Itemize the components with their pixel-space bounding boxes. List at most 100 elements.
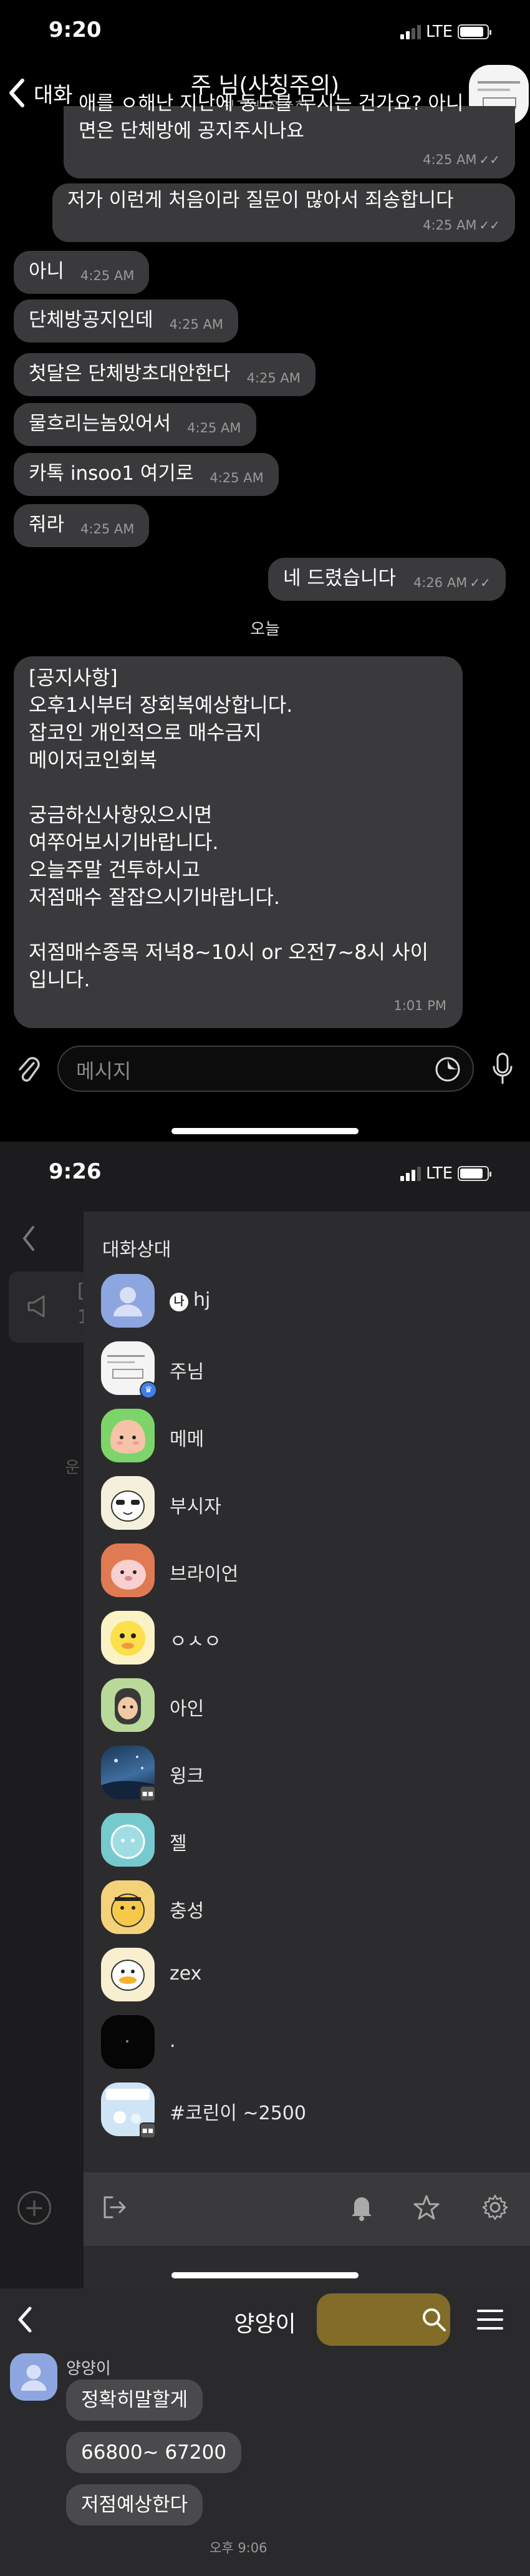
member-name: 부시자 [170, 1496, 221, 1518]
back-button[interactable] [16, 1223, 41, 1254]
yellow-duck-icon [110, 1621, 145, 1656]
message-time: 4:26 AM ✓✓ [413, 575, 491, 590]
sender-avatar[interactable] [10, 2353, 57, 2401]
plus-icon: + [24, 2194, 45, 2222]
member-avatar [101, 1409, 155, 1462]
drawer-toolbar [84, 2172, 530, 2246]
incoming-message: 아니 4:25 AM [14, 251, 150, 294]
notice-line: 저점매수종목 저녁8~10시 or 오전7~8시 사이 [29, 940, 429, 964]
chat-screen-3: 양양이 양양이 정확히말할게 66800~ 67200 저점예상한다 오후 9:… [0, 2288, 530, 2576]
home-indicator [171, 2272, 359, 2278]
member-name: 젤 [170, 1833, 187, 1855]
sender-name: 양양이 [66, 2360, 111, 2378]
home-indicator [171, 1128, 359, 1134]
member-avatar [101, 1543, 155, 1597]
person-icon [21, 2365, 47, 2391]
status-time: 9:20 [49, 17, 102, 42]
member-name: ㅇㅅㅇ [170, 1631, 221, 1653]
member-avatar [101, 1678, 155, 1732]
member-avatar [101, 2015, 155, 2069]
crown-badge-icon: ♛ [140, 1381, 157, 1399]
settings-button[interactable] [476, 2189, 514, 2226]
favorite-button[interactable] [408, 2189, 445, 2226]
outgoing-message: 네 드렸습니다 4:26 AM ✓✓ [268, 558, 506, 601]
notice-line [29, 774, 448, 801]
message-input[interactable]: 메시지 [57, 1046, 474, 1092]
notification-button[interactable] [343, 2189, 380, 2226]
member-avatar [101, 1611, 155, 1665]
incoming-message: 정확히말할게 [66, 2379, 203, 2421]
date-divider: 오늘 [250, 620, 280, 639]
member-name: 아인 [170, 1698, 205, 1720]
sticker-button[interactable] [431, 1053, 464, 1086]
notice-line: 입니다. [29, 968, 90, 991]
leave-button[interactable] [96, 2189, 133, 2226]
yellow-character-icon [111, 1893, 145, 1927]
status-indicators: LTE [400, 1164, 492, 1183]
incoming-message: 66800~ 67200 [66, 2432, 242, 2473]
dot-icon [126, 2040, 128, 2043]
member-name: 윙크 [170, 1766, 205, 1787]
message-time: 4:25 AM [80, 522, 135, 537]
member-name: 브라이언 [170, 1563, 239, 1585]
message-input-placeholder: 메시지 [76, 1059, 132, 1083]
message-line: 면은 단체방에 공지주시나요 [79, 120, 304, 142]
notice-line: 여쭈어보시기바랍니다. [29, 830, 219, 854]
group-badge-icon: ▪▪ [140, 2122, 156, 2139]
notice-line: 잡코인 개인적으로 매수금지 [29, 721, 262, 744]
member-name: #코린이 ~2500 [170, 2102, 306, 2124]
pink-character-icon [111, 1560, 146, 1590]
incoming-message: 저점예상한다 [66, 2484, 203, 2525]
incoming-message: 물흐리는놈있어서 4:25 AM [14, 403, 256, 446]
paperclip-icon [19, 1057, 40, 1082]
message-time: 4:25 AM [169, 317, 223, 332]
notice-line: 궁금하신사항있으시면 [29, 803, 213, 827]
incoming-message: 단체방공지인데 4:25 AM [14, 299, 238, 343]
member-name: . [170, 2030, 176, 2052]
notice-line: 저점매수 잘잡으시기바랍니다. [29, 885, 281, 909]
notice-message: [공지사항] 오후1시부터 장회복예상합니다. 잡코인 개인적으로 매수금지 메… [14, 656, 463, 1028]
message-time: 4:25 AM [187, 420, 241, 435]
person-icon [113, 1287, 142, 1316]
notice-line: [공지사항] [29, 666, 118, 689]
background-text: 운 [65, 1459, 80, 1477]
member-avatar [101, 1880, 155, 1934]
notice-line: 오늘주말 건투하시고 [29, 858, 201, 882]
member-name: zex [170, 1963, 202, 1985]
drawer-title: 대화상대 [102, 1239, 171, 1261]
status-indicators: LTE [400, 22, 492, 41]
menu-button[interactable] [471, 2301, 509, 2338]
pinned-notice-background: [ 1 [9, 1271, 96, 1343]
message-time: 4:25 AM [246, 371, 301, 386]
microphone-icon [493, 1052, 513, 1084]
member-name: hj [193, 1289, 211, 1311]
message-time: 4:25 AM ✓✓ [423, 218, 500, 233]
white-character-icon [111, 1490, 145, 1522]
notice-line: 오후1시부터 장회복예상합니다. [29, 693, 293, 717]
gear-icon [482, 2194, 508, 2220]
emoji-icon [435, 1057, 460, 1082]
incoming-message: 카톡 insoo1 여기로 4:25 AM [14, 453, 279, 496]
message-time: 4:25 AM ✓✓ [423, 152, 500, 167]
duck-icon [111, 1960, 145, 1991]
me-badge: 나 [170, 1293, 188, 1311]
battery-icon [458, 24, 492, 39]
message-line: 애를 ㅇ해난 지난에 동도블 무시는 건가요? 아니 [79, 92, 464, 115]
member-avatar [101, 1274, 155, 1328]
network-label: LTE [426, 1164, 453, 1183]
chat-screen-2: 9:26 LTE [ 1 운 + 대화상대 나 hj [0, 1142, 530, 2288]
chat-screen-1: 9:20 LTE 대화 주 님(사칭주의) 최근에 접속함 애를 ㅇ해난 지난에… [0, 0, 530, 1142]
outgoing-message: 저가 이런게 처음이라 질문이 많아서 죄송합니다 4:25 AM ✓✓ [52, 183, 515, 242]
message-time: 4:25 AM [210, 470, 264, 485]
member-avatar [101, 1813, 155, 1867]
add-button[interactable]: + [17, 2191, 51, 2225]
battery-icon [458, 1166, 492, 1181]
group-badge-icon: ▪▪ [140, 1786, 156, 1802]
member-name: 충성 [170, 1900, 205, 1922]
search-button[interactable] [415, 2301, 453, 2338]
star-icon [413, 2195, 440, 2220]
attach-button[interactable] [10, 1051, 47, 1088]
voice-button[interactable] [484, 1048, 521, 1089]
member-name: 메메 [170, 1429, 205, 1451]
character-icon [110, 1824, 145, 1859]
